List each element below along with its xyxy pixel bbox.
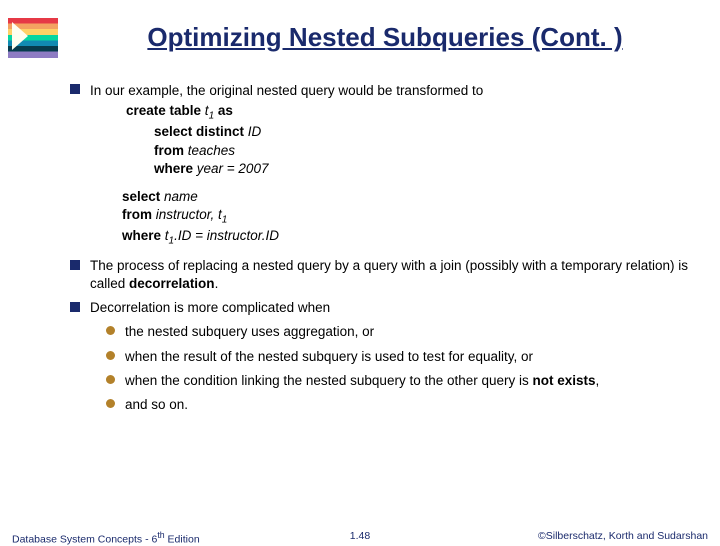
- code-block-1-line-2: select distinct ID: [154, 123, 690, 141]
- bullet-2-text-c: .: [215, 276, 219, 291]
- term-decorrelation: decorrelation: [129, 276, 215, 291]
- kw-where-2: where: [122, 228, 165, 243]
- kw-as: as: [214, 103, 233, 118]
- subbullet-2: when the result of the nested subquery i…: [106, 348, 690, 366]
- subbullet-3-text-c: ,: [596, 373, 600, 388]
- round-bullet-icon: [106, 326, 115, 335]
- square-bullet-icon: [70, 302, 80, 312]
- ident-name: name: [164, 189, 198, 204]
- kw-select: select: [122, 189, 164, 204]
- cond-year: year = 2007: [197, 161, 269, 176]
- kw-create-table: create table: [126, 103, 205, 118]
- code-block-2-line-1: select name: [122, 188, 690, 206]
- code-block-1-line-3: from teaches: [154, 142, 690, 160]
- subbullet-3: when the condition linking the nested su…: [106, 372, 690, 390]
- subbullet-1: the nested subquery uses aggregation, or: [106, 323, 690, 341]
- subbullet-2-text: when the result of the nested subquery i…: [125, 348, 690, 366]
- bullet-1-text: In our example, the original nested quer…: [90, 83, 483, 98]
- kw-where: where: [154, 161, 197, 176]
- round-bullet-icon: [106, 351, 115, 360]
- cond-join: .ID = instructor.ID: [174, 228, 279, 243]
- subbullet-4-text: and so on.: [125, 396, 690, 414]
- subbullet-3-text-a: when the condition linking the nested su…: [125, 373, 533, 388]
- code-block-1-line-4: where year = 2007: [154, 160, 690, 178]
- square-bullet-icon: [70, 260, 80, 270]
- subbullet-1-text: the nested subquery uses aggregation, or: [125, 323, 690, 341]
- kw-from-2: from: [122, 207, 156, 222]
- slide-title: Optimizing Nested Subqueries (Cont. ): [70, 22, 700, 53]
- slide-body: In our example, the original nested quer…: [70, 82, 690, 414]
- code-block-1-line-1: create table t1 as: [126, 102, 690, 123]
- footer-copyright: ©Silberschatz, Korth and Sudarshan: [538, 530, 708, 542]
- bullet-3: Decorrelation is more complicated when: [70, 299, 690, 317]
- ident-id: ID: [248, 124, 262, 139]
- kw-select-distinct: select distinct: [154, 124, 248, 139]
- footer-ordinal: th: [157, 530, 164, 540]
- bullet-1: In our example, the original nested quer…: [70, 82, 690, 100]
- bullet-3-text: Decorrelation is more complicated when: [90, 299, 330, 317]
- round-bullet-icon: [106, 399, 115, 408]
- ident-teaches: teaches: [188, 143, 235, 158]
- bullet-2: The process of replacing a nested query …: [70, 257, 690, 293]
- ident-instructor-t: instructor, t: [156, 207, 222, 222]
- square-bullet-icon: [70, 84, 80, 94]
- kw-from: from: [154, 143, 188, 158]
- round-bullet-icon: [106, 375, 115, 384]
- kw-not-exists: not exists: [533, 373, 596, 388]
- footer-page-number: 1.48: [350, 530, 370, 542]
- code-block-2-line-3: where t1.ID = instructor.ID: [122, 227, 690, 248]
- code-block-2-line-2: from instructor, t1: [122, 206, 690, 227]
- footer-left: Database System Concepts - 6th Edition: [12, 530, 200, 546]
- rainbow-sail-logo: [8, 18, 58, 58]
- subbullet-4: and so on.: [106, 396, 690, 414]
- subscript-1b: 1: [222, 215, 228, 226]
